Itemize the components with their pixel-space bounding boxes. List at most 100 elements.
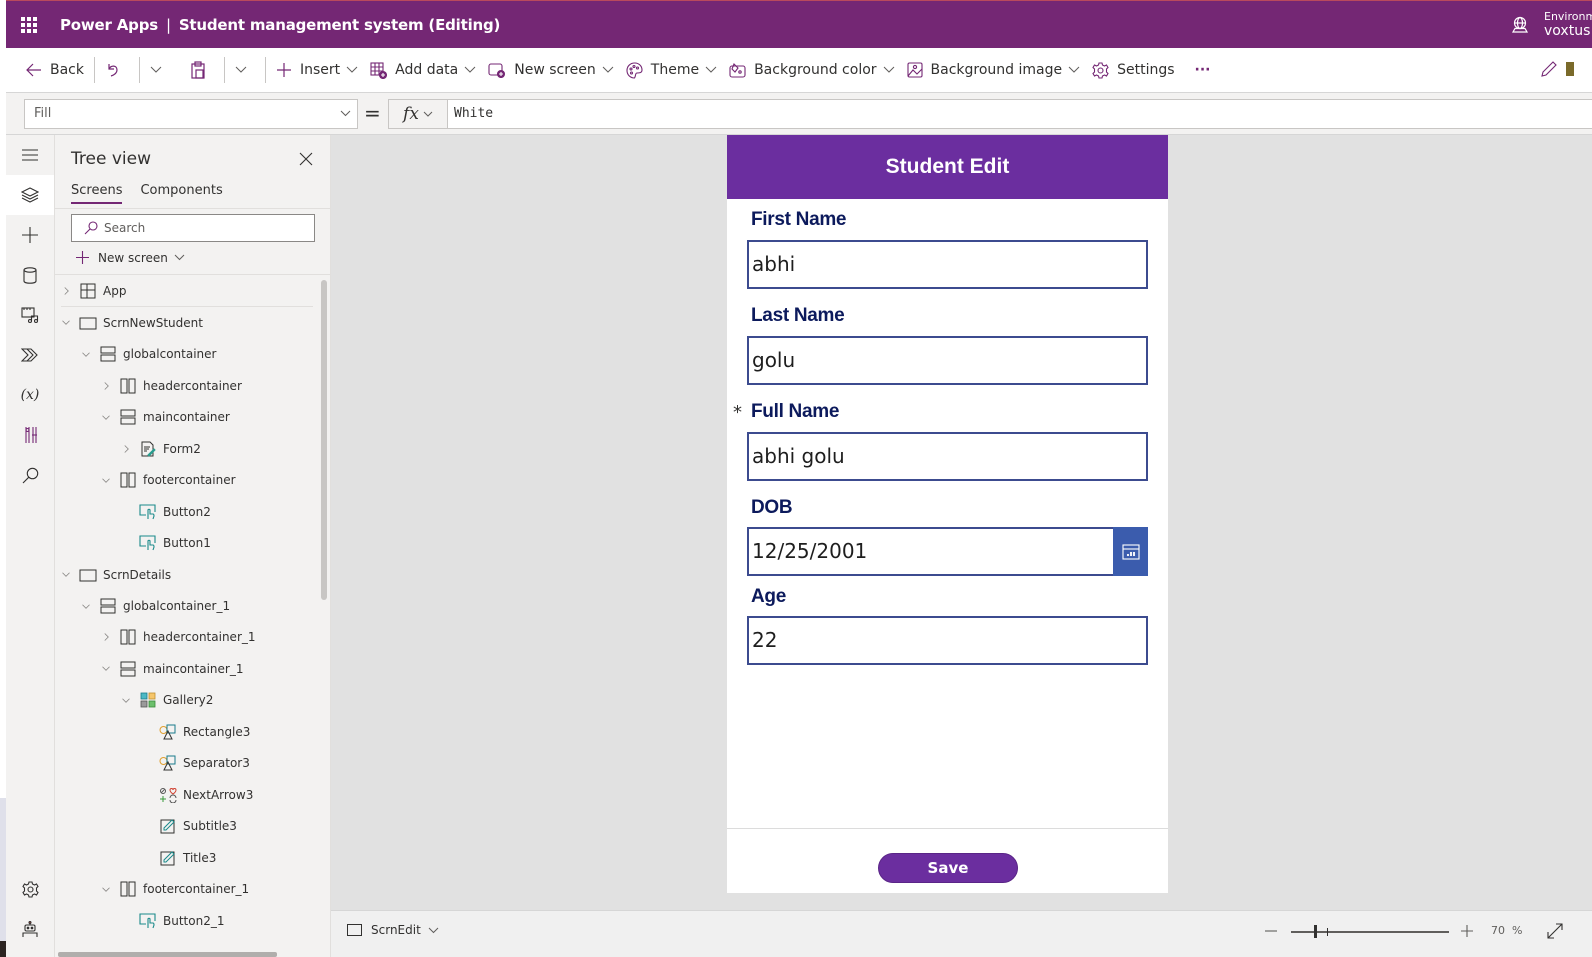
tree-item-headercontainer[interactable]: headercontainer: [101, 370, 242, 401]
rail-advanced-tools-button[interactable]: [6, 415, 54, 455]
first-name-input[interactable]: abhi: [747, 240, 1148, 289]
screen-icon: [347, 924, 362, 936]
add-data-button[interactable]: Add data: [364, 54, 482, 86]
tree-item-scrnnewstudent[interactable]: ScrnNewStudent: [61, 307, 203, 338]
zoom-level: 70 %: [1491, 924, 1523, 937]
tree-item-button2-1[interactable]: Button2_1: [121, 905, 224, 936]
tree-item-headercontainer-1[interactable]: headercontainer_1: [101, 622, 256, 653]
chevron-down-icon[interactable]: [101, 664, 111, 674]
rail-data-button[interactable]: [6, 255, 54, 295]
pencil-icon[interactable]: [1540, 60, 1558, 78]
tab-components[interactable]: Components: [140, 183, 222, 204]
chevron-down-icon[interactable]: [81, 349, 91, 359]
insert-button[interactable]: Insert: [270, 54, 364, 86]
clipboard-icon: [191, 61, 205, 79]
form-icon: [139, 441, 157, 457]
save-button[interactable]: Save: [878, 853, 1018, 883]
settings-button[interactable]: Settings: [1086, 54, 1180, 86]
paste-dropdown[interactable]: [229, 54, 261, 86]
chevron-down-icon[interactable]: [81, 601, 91, 611]
tree-item-footercontainer-1[interactable]: footercontainer_1: [101, 874, 249, 905]
tree-item-separator3[interactable]: Separator3: [141, 748, 250, 779]
fx-button[interactable]: fx: [388, 99, 448, 129]
tree-item-maincontainer[interactable]: maincontainer: [101, 402, 230, 433]
rail-menu-button[interactable]: [6, 135, 54, 175]
new-screen-button[interactable]: New screen: [482, 54, 620, 86]
new-screen-button[interactable]: New screen: [75, 250, 185, 265]
tree-item-globalcontainer[interactable]: globalcontainer: [81, 339, 216, 370]
app-screen-scrnedit[interactable]: Student Edit First Name abhi Last Name g…: [727, 135, 1168, 893]
chevron-down-icon[interactable]: [121, 695, 131, 705]
tree-item-gallery2[interactable]: Gallery2: [121, 685, 213, 716]
equals-sign: =: [364, 101, 381, 125]
close-icon[interactable]: [298, 151, 314, 167]
rail-insert-button[interactable]: [6, 215, 54, 255]
hamburger-menu-icon: [22, 149, 38, 161]
tree-item-scrndetails[interactable]: ScrnDetails: [61, 559, 171, 590]
rail-variables-button[interactable]: (x): [6, 375, 54, 415]
fit-to-window-icon[interactable]: [1546, 922, 1564, 940]
last-name-input[interactable]: golu: [747, 336, 1148, 385]
zoom-slider-thumb[interactable]: [1314, 925, 1318, 938]
rail-settings-button[interactable]: [6, 869, 54, 909]
rail-power-automate-button[interactable]: [6, 335, 54, 375]
button-icon: [139, 504, 157, 520]
tree-item-form2[interactable]: Form2: [121, 433, 201, 464]
rail-media-button[interactable]: [6, 295, 54, 335]
plus-icon: [76, 251, 89, 264]
background-image-button[interactable]: Background image: [901, 54, 1087, 86]
label-icon: [159, 818, 177, 834]
zoom-in-icon[interactable]: [1459, 923, 1475, 939]
chevron-right-icon[interactable]: [101, 632, 111, 642]
chevron-right-icon[interactable]: [61, 286, 71, 296]
environment-picker[interactable]: Environment voxtus: [1510, 1, 1592, 49]
rail-virtual-agent-button[interactable]: [6, 909, 54, 949]
rail-tree-view-button[interactable]: [6, 175, 54, 215]
dob-date-picker[interactable]: 12/25/2001: [747, 527, 1148, 576]
calendar-button[interactable]: [1113, 527, 1148, 576]
full-name-input[interactable]: abhi golu: [747, 432, 1148, 481]
tree-item-footercontainer[interactable]: footercontainer: [101, 465, 236, 496]
theme-button[interactable]: Theme: [620, 54, 723, 86]
tree-item-label: maincontainer_1: [143, 661, 244, 676]
tree-item-maincontainer-1[interactable]: maincontainer_1: [101, 653, 243, 684]
undo-dropdown[interactable]: [144, 54, 176, 86]
chevron-right-icon[interactable]: [101, 381, 111, 391]
tree-item-button2[interactable]: Button2: [121, 496, 211, 527]
chevron-down-icon[interactable]: [61, 318, 71, 328]
tree-item-globalcontainer-1[interactable]: globalcontainer_1: [81, 591, 230, 622]
tree-item-nextarrow3[interactable]: NextArrow3: [141, 779, 253, 810]
tab-screens[interactable]: Screens: [71, 183, 123, 204]
zoom-slider[interactable]: [1291, 925, 1449, 938]
undo-button[interactable]: [99, 54, 135, 86]
chevron-down-icon[interactable]: [101, 412, 111, 422]
chevron-right-icon[interactable]: [121, 444, 131, 454]
paste-button[interactable]: [184, 54, 220, 86]
background-color-button[interactable]: Background color: [723, 54, 900, 86]
tree-item-subtitle3[interactable]: Subtitle3: [141, 811, 237, 842]
rail-search-button[interactable]: [6, 455, 54, 495]
hcontainer-icon: [119, 378, 137, 394]
property-dropdown[interactable]: Fill: [24, 99, 358, 129]
tree-search-input[interactable]: Search: [71, 214, 315, 242]
tree-item-app[interactable]: App: [61, 276, 313, 307]
zoom-out-icon[interactable]: [1263, 923, 1279, 939]
app-launcher-button[interactable]: [6, 1, 52, 49]
screen-selector[interactable]: ScrnEdit: [347, 923, 439, 937]
more-commands-button[interactable]: ···: [1189, 54, 1217, 86]
chevron-down-icon[interactable]: [61, 570, 71, 580]
age-input[interactable]: 22: [747, 616, 1148, 665]
tree-item-label: headercontainer: [143, 378, 242, 393]
tree-vertical-scrollbar[interactable]: [321, 280, 327, 600]
formula-input[interactable]: White: [447, 99, 1592, 129]
chevron-down-icon[interactable]: [101, 884, 111, 894]
tree-item-rectangle3[interactable]: Rectangle3: [141, 716, 250, 747]
tree-horizontal-scrollbar[interactable]: [58, 952, 277, 957]
back-button[interactable]: Back: [20, 54, 90, 86]
tree-item-title3[interactable]: Title3: [141, 842, 216, 873]
chevron-down-icon[interactable]: [101, 475, 111, 485]
tree-item-button1[interactable]: Button1: [121, 528, 211, 559]
app-header[interactable]: Student Edit: [727, 135, 1168, 199]
